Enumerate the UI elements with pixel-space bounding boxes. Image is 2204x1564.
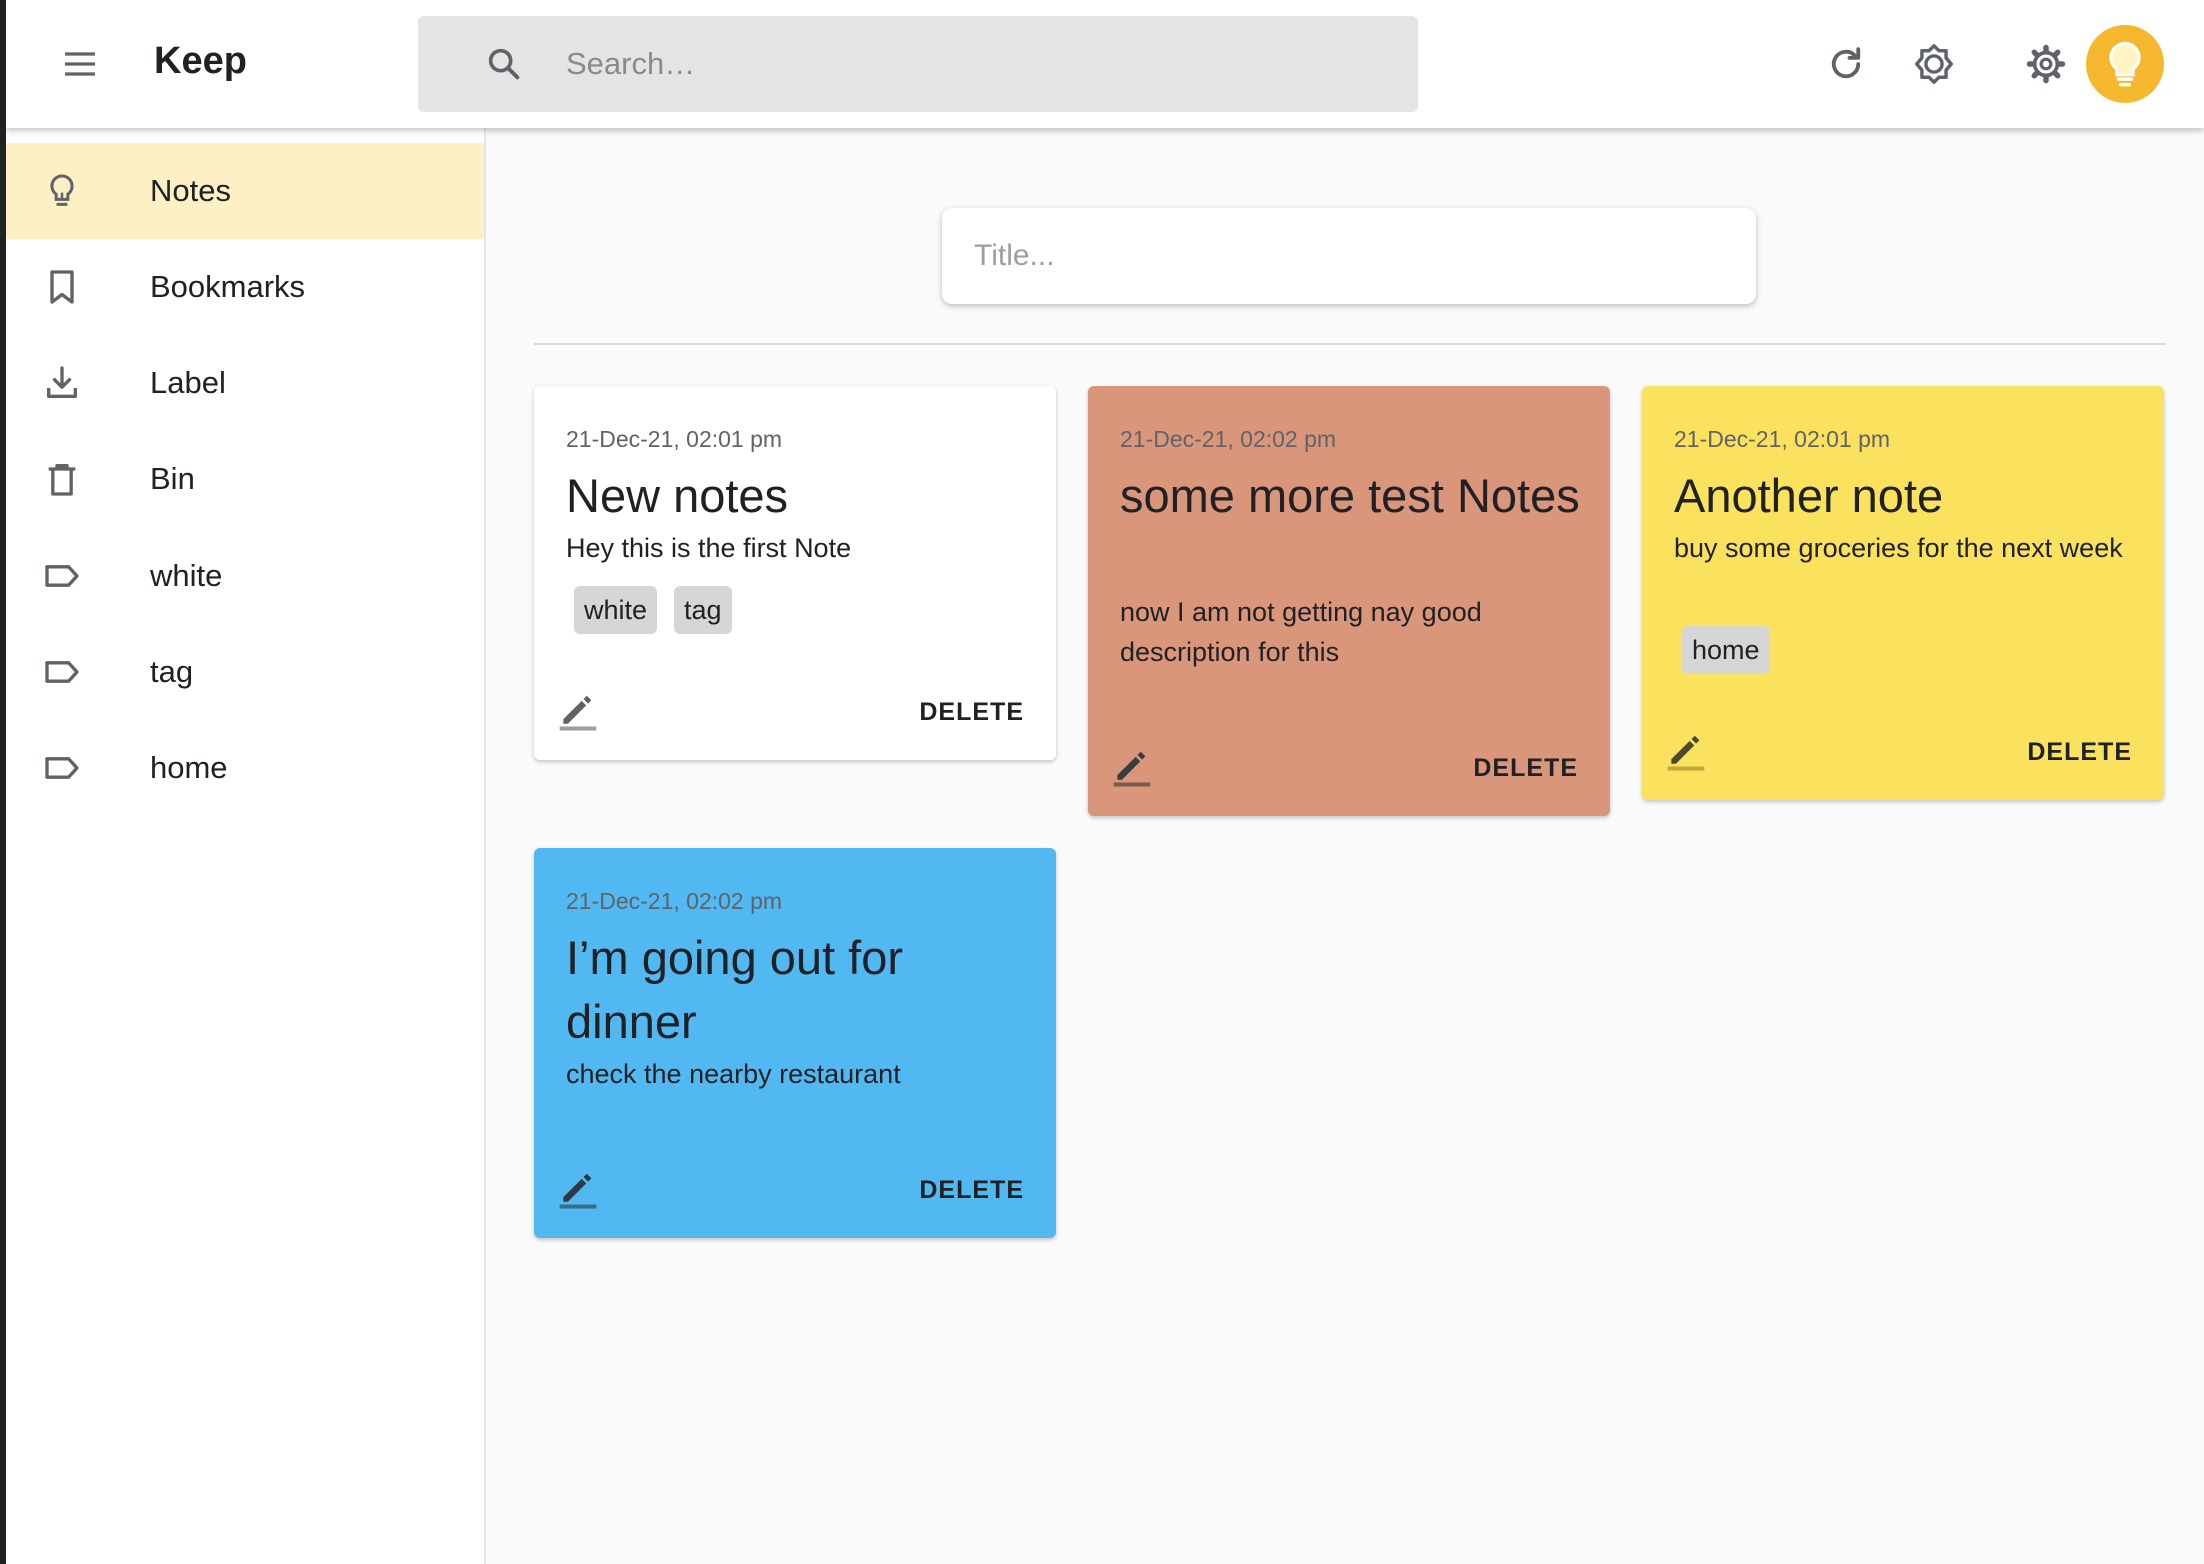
theme-toggle-button[interactable] [1908, 38, 1960, 90]
note-description: Hey this is the first Note [566, 533, 852, 563]
label-icon [45, 565, 79, 587]
note-title: some more test Notes [1120, 469, 1580, 522]
sidebar-item-bin[interactable]: Bin [6, 431, 484, 527]
search-input[interactable] [566, 34, 1386, 94]
delete-button[interactable]: DELETE [2027, 738, 2132, 767]
note-card[interactable]: 21-Dec-21, 02:01 pm Another note buy som… [1642, 386, 2164, 800]
edit-icon[interactable] [556, 688, 600, 732]
sidebar-item-label: Bin [150, 461, 195, 496]
delete-button[interactable]: DELETE [919, 698, 1024, 727]
sidebar-item-label: Label [150, 365, 226, 400]
app-header: Keep [6, 0, 2204, 128]
note-date: 21-Dec-21, 02:02 pm [566, 888, 783, 914]
note-card[interactable]: 21-Dec-21, 02:02 pm some more test Notes… [1088, 386, 1610, 816]
note-title: Another note [1674, 469, 1944, 522]
brightness-icon [1915, 44, 1953, 84]
note-title: I’m going out for dinner [566, 931, 904, 1048]
sidebar-item-label: Notes [150, 173, 231, 208]
sidebar-item-notes[interactable]: Notes [6, 143, 484, 239]
sidebar-item-white[interactable]: white [6, 528, 484, 624]
note-title: New notes [566, 469, 789, 522]
lightbulb-icon [50, 174, 74, 206]
bookmark-icon [50, 270, 74, 304]
edit-icon[interactable] [556, 1166, 600, 1210]
menu-icon [65, 52, 95, 76]
note-card[interactable]: 21-Dec-21, 02:01 pm New notes Hey this i… [534, 386, 1056, 760]
trash-icon [48, 464, 76, 496]
tag-chip[interactable]: home [1682, 626, 1770, 674]
sidebar: Notes Bookmarks Label Bin white tag home [6, 128, 486, 1564]
note-description: now I am not getting nay good descriptio… [1120, 597, 1482, 667]
label-icon [45, 757, 79, 779]
sidebar-item-tag[interactable]: tag [6, 624, 484, 720]
edit-icon[interactable] [1664, 728, 1708, 772]
note-description: buy some groceries for the next week [1674, 533, 2123, 563]
window-edge [0, 0, 6, 1564]
menu-button[interactable] [54, 38, 106, 90]
tag-chip[interactable]: tag [674, 586, 732, 634]
sidebar-item-label: white [150, 558, 223, 593]
sidebar-item-home[interactable]: home [6, 720, 484, 816]
app-title: Keep [154, 40, 247, 82]
sidebar-item-label: home [150, 750, 228, 785]
search-bar [418, 16, 1418, 112]
note-date: 21-Dec-21, 02:02 pm [1120, 426, 1337, 452]
edit-icon[interactable] [1110, 744, 1154, 788]
note-date: 21-Dec-21, 02:01 pm [1674, 426, 1891, 452]
tag-chip[interactable]: white [574, 586, 658, 634]
label-icon [45, 661, 79, 683]
note-date: 21-Dec-21, 02:01 pm [566, 426, 783, 452]
note-description: check the nearby restaurant [566, 1059, 901, 1089]
refresh-icon [1831, 47, 1861, 79]
download-icon [47, 366, 78, 398]
lightbulb-icon [2109, 41, 2141, 87]
search-icon [488, 48, 520, 80]
title-input[interactable] [974, 226, 1714, 286]
delete-button[interactable]: DELETE [919, 1176, 1024, 1205]
sidebar-item-label: tag [150, 654, 194, 689]
refresh-button[interactable] [1820, 38, 1872, 90]
delete-button[interactable]: DELETE [1473, 754, 1578, 783]
sidebar-item-label: Bookmarks [150, 269, 306, 304]
divider [534, 343, 2166, 345]
sidebar-item-label[interactable]: Label [6, 335, 484, 431]
note-card[interactable]: 21-Dec-21, 02:02 pm I’m going out for di… [534, 848, 1056, 1238]
lightbulb-avatar[interactable] [2086, 25, 2164, 103]
settings-button[interactable] [2020, 38, 2072, 90]
settings-icon [2026, 44, 2066, 84]
note-composer [942, 208, 1756, 304]
sidebar-item-bookmarks[interactable]: Bookmarks [6, 239, 484, 335]
